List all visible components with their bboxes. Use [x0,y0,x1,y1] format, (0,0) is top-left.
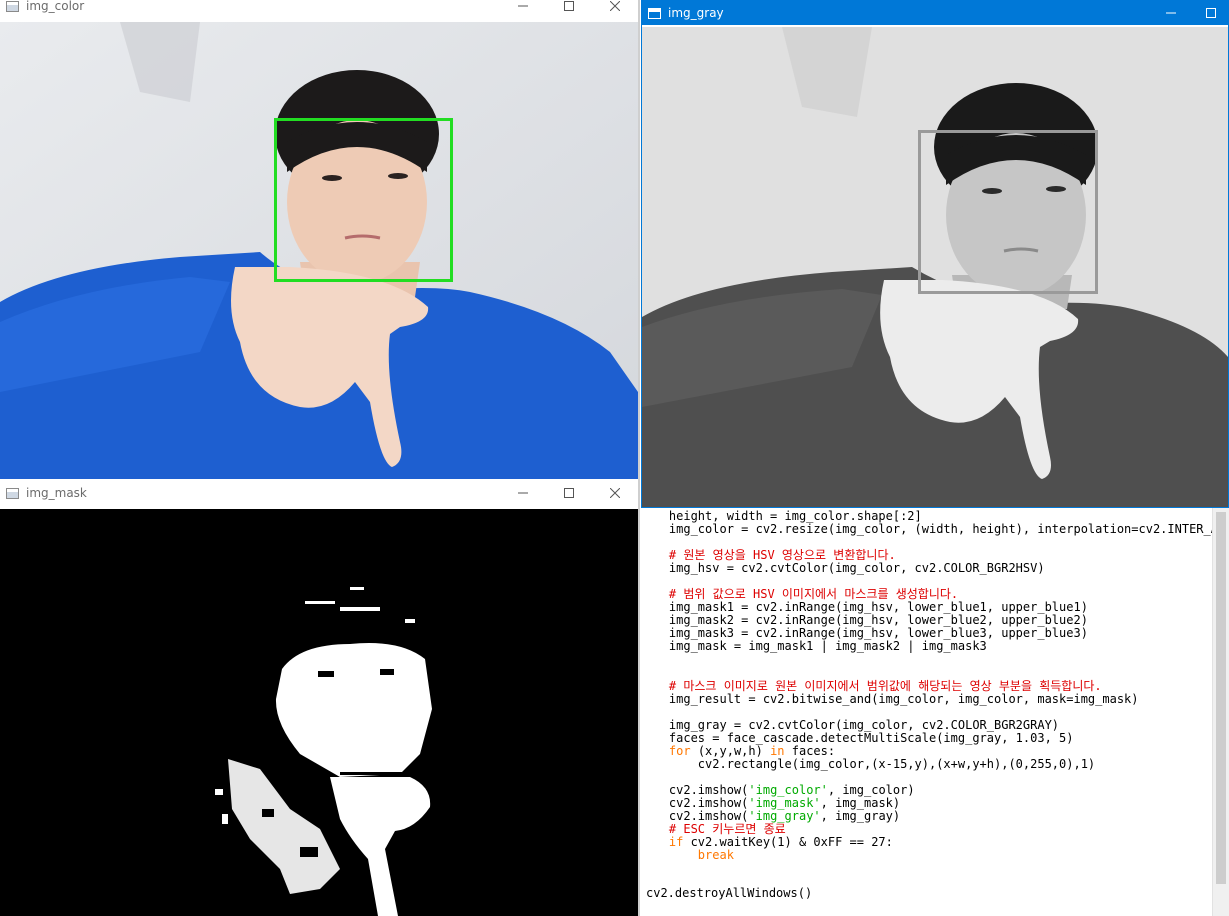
code-string: 'img_color' [748,783,828,797]
code-text: cv2.imshow( [668,796,749,810]
detected-face-box [274,118,453,282]
scrollbar-thumb[interactable] [1216,512,1226,884]
code-text: cv2.imshow( [668,783,749,797]
img-gray-view [642,27,1228,507]
code-string: 'img_gray' [748,809,821,823]
maximize-button[interactable] [546,481,592,505]
img-mask-view [0,509,638,916]
code-text: (x,y,w,h) [690,744,771,758]
close-button[interactable] [592,0,638,18]
img-mask-window[interactable]: img_mask [0,481,638,916]
maximize-icon [564,488,574,498]
img-mask-titlebar[interactable]: img_mask [0,481,638,505]
code-line: img_mask = img_mask1 | img_mask2 | img_m… [640,639,987,653]
maximize-icon [564,1,574,11]
code-text: , img_mask) [820,796,901,810]
minimize-icon [518,5,528,7]
binary-mask-frame [0,509,638,916]
code-text: cv2.imshow( [668,809,749,823]
window-title: img_gray [668,6,724,20]
img-color-window[interactable]: img_color [0,0,638,479]
close-button[interactable] [592,481,638,505]
code-line: cv2.destroyAllWindows() [646,886,813,900]
window-title: img_mask [26,486,87,500]
code-text: cv2.waitKey(1) & 0xFF == 27: [683,835,893,849]
code-text: faces: [784,744,836,758]
detected-face-box [918,130,1098,294]
close-icon [610,1,620,11]
minimize-button[interactable] [500,481,546,505]
code-keyword: break [697,848,734,862]
code-keyword: in [770,744,785,758]
opencv-window-icon [6,487,19,499]
maximize-icon [1206,8,1216,18]
code-editor[interactable]: height, width = img_color.shape[:2] img_… [640,508,1212,916]
img-gray-window[interactable]: img_gray [641,0,1229,508]
code-line: img_result = cv2.bitwise_and(img_color, … [640,692,1139,706]
opencv-window-icon [6,0,19,12]
window-title: img_color [26,0,85,13]
img-color-titlebar[interactable]: img_color [0,0,638,18]
minimize-button[interactable] [500,0,546,18]
minimize-icon [518,492,528,494]
maximize-button[interactable] [546,0,592,18]
code-line: break [640,849,734,862]
close-icon [610,488,620,498]
code-string: 'img_mask' [748,796,821,810]
maximize-button[interactable] [1194,1,1228,25]
code-line: cv2.rectangle(img_color,(x-15,y),(x+w,y+… [640,757,1096,771]
img-color-view [0,22,638,479]
code-text: , img_color) [827,783,915,797]
img-gray-titlebar[interactable]: img_gray [642,1,1228,25]
code-line: img_color = cv2.resize(img_color, (width… [640,522,1212,536]
code-keyword: for [668,744,691,758]
minimize-button[interactable] [1148,1,1194,25]
opencv-window-icon [648,7,661,19]
code-keyword: if [668,835,684,849]
editor-scrollbar[interactable] [1212,508,1229,916]
code-text: , img_gray) [820,809,901,823]
minimize-icon [1166,12,1176,14]
code-line: img_hsv = cv2.cvtColor(img_color, cv2.CO… [640,561,1045,575]
